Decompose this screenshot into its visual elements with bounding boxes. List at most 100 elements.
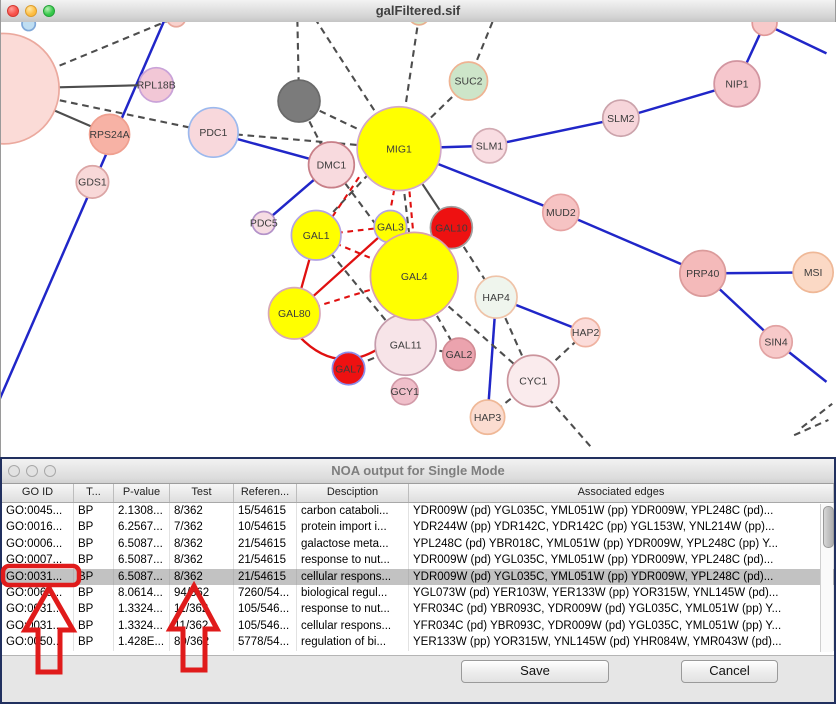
table-row[interactable]: GO:0045...BP2.1308...8/36215/54615carbon… bbox=[2, 503, 834, 519]
table-row[interactable]: GO:0050...BP1.428E...80/3625778/54...reg… bbox=[2, 634, 834, 650]
node-top-green[interactable] bbox=[409, 22, 430, 25]
cell-type: BP bbox=[74, 503, 114, 519]
cancel-button[interactable]: Cancel bbox=[681, 660, 778, 683]
node-label-GAL1: GAL1 bbox=[303, 231, 330, 242]
cell-reference: 7260/54... bbox=[234, 585, 297, 601]
table-row[interactable]: GO:0031...BP1.3324...11/362105/546...res… bbox=[2, 601, 834, 617]
cell-reference: 15/54615 bbox=[234, 503, 297, 519]
node-label-GAL3: GAL3 bbox=[377, 222, 404, 233]
noa-output-window: NOA output for Single Mode GO IDT...P-va… bbox=[0, 457, 836, 704]
cell-test: 11/362 bbox=[170, 601, 234, 617]
cell-p_value: 1.3324... bbox=[114, 618, 170, 634]
cell-description: protein import i... bbox=[297, 519, 409, 535]
table-row[interactable]: GO:0016...BP6.2567...7/36210/54615protei… bbox=[2, 519, 834, 535]
column-header-desciption[interactable]: Desciption bbox=[297, 484, 409, 502]
cell-go_id: GO:0031... bbox=[2, 601, 74, 617]
graph-window-titlebar[interactable]: galFiltered.sif bbox=[1, 0, 835, 23]
node-label-GAL80: GAL80 bbox=[278, 309, 311, 320]
cell-type: BP bbox=[74, 569, 114, 585]
cell-go_id: GO:0065... bbox=[2, 585, 74, 601]
node-topright-pink[interactable] bbox=[752, 22, 777, 35]
node-label-NIP1: NIP1 bbox=[725, 80, 748, 91]
node-label-DMC1: DMC1 bbox=[317, 161, 347, 172]
cell-edges: YDR009W (pd) YGL035C, YML051W (pp) YDR00… bbox=[409, 569, 834, 585]
node-label-MUD2: MUD2 bbox=[546, 208, 576, 219]
table-row[interactable]: GO:0065...BP8.0614...94/3627260/54...bio… bbox=[2, 585, 834, 601]
node-label-HAP2: HAP2 bbox=[572, 328, 600, 339]
cell-p_value: 1.428E... bbox=[114, 634, 170, 650]
column-header-t[interactable]: T... bbox=[74, 484, 114, 502]
cell-reference: 105/546... bbox=[234, 601, 297, 617]
results-table-body: GO:0045...BP2.1308...8/36215/54615carbon… bbox=[2, 503, 834, 656]
cell-type: BP bbox=[74, 519, 114, 535]
vertical-scrollbar[interactable] bbox=[820, 504, 833, 652]
noa-window-title: NOA output for Single Mode bbox=[2, 459, 834, 483]
cell-edges: YDR009W (pd) YGL035C, YML051W (pp) YDR00… bbox=[409, 503, 834, 519]
node-label-GAL7: GAL7 bbox=[335, 364, 362, 375]
cell-p_value: 6.5087... bbox=[114, 569, 170, 585]
node-label-SUC2: SUC2 bbox=[455, 77, 483, 88]
cell-type: BP bbox=[74, 585, 114, 601]
cell-test: 8/362 bbox=[170, 552, 234, 568]
column-header-goid[interactable]: GO ID bbox=[2, 484, 74, 502]
table-row[interactable]: GO:0007...BP6.5087...8/36221/54615respon… bbox=[2, 552, 834, 568]
network-graph: RPL18BRPS24AGDS1PDC1DMC1MIG1SUC2NIP1SLM2… bbox=[1, 22, 836, 459]
network-canvas[interactable]: RPL18BRPS24AGDS1PDC1DMC1MIG1SUC2NIP1SLM2… bbox=[1, 22, 836, 459]
node-top-pink[interactable] bbox=[167, 22, 186, 27]
node-label-SLM2: SLM2 bbox=[607, 114, 635, 125]
node-label-MSI: MSI bbox=[804, 268, 823, 279]
cell-type: BP bbox=[74, 601, 114, 617]
column-header-referen[interactable]: Referen... bbox=[234, 484, 297, 502]
cell-p_value: 6.5087... bbox=[114, 536, 170, 552]
column-header-pvalue[interactable]: P-value bbox=[114, 484, 170, 502]
noa-window-titlebar[interactable]: NOA output for Single Mode bbox=[2, 459, 834, 484]
table-row[interactable]: GO:0031...BP6.5087...8/36221/54615cellul… bbox=[2, 569, 834, 585]
cell-edges: YER133W (pp) YOR315W, YNL145W (pd) YHR08… bbox=[409, 634, 834, 650]
node-label-GCY1: GCY1 bbox=[390, 387, 419, 398]
cell-edges: YFR034C (pd) YBR093C, YDR009W (pd) YGL03… bbox=[409, 618, 834, 634]
cell-reference: 21/54615 bbox=[234, 536, 297, 552]
cell-go_id: GO:0031... bbox=[2, 618, 74, 634]
node-label-HAP3: HAP3 bbox=[474, 413, 502, 424]
scrollbar-thumb[interactable] bbox=[823, 506, 834, 548]
cell-description: cellular respons... bbox=[297, 618, 409, 634]
cell-reference: 21/54615 bbox=[234, 569, 297, 585]
cell-edges: YFR034C (pd) YBR093C, YDR009W (pd) YGL03… bbox=[409, 601, 834, 617]
column-header-associatededges[interactable]: Associated edges bbox=[409, 484, 834, 502]
cell-reference: 21/54615 bbox=[234, 552, 297, 568]
cell-type: BP bbox=[74, 634, 114, 650]
cell-p_value: 6.2567... bbox=[114, 519, 170, 535]
node-label-GAL11: GAL11 bbox=[390, 340, 422, 351]
cell-edges: YDR009W (pd) YGL035C, YML051W (pp) YDR00… bbox=[409, 552, 834, 568]
cell-type: BP bbox=[74, 618, 114, 634]
cell-type: BP bbox=[74, 552, 114, 568]
cell-p_value: 1.3324... bbox=[114, 601, 170, 617]
cell-go_id: GO:0045... bbox=[2, 503, 74, 519]
node-label-RPL18B: RPL18B bbox=[137, 81, 176, 92]
cell-p_value: 6.5087... bbox=[114, 552, 170, 568]
cell-go_id: GO:0050... bbox=[2, 634, 74, 650]
column-header-test[interactable]: Test bbox=[170, 484, 234, 502]
node-gray-node[interactable] bbox=[278, 80, 320, 122]
node-label-GAL10: GAL10 bbox=[435, 223, 468, 234]
graph-window-title: galFiltered.sif bbox=[1, 0, 835, 22]
cell-go_id: GO:0006... bbox=[2, 536, 74, 552]
node-left-big[interactable] bbox=[1, 33, 59, 143]
table-row[interactable]: GO:0031...BP1.3324...11/362105/546...cel… bbox=[2, 618, 834, 634]
cell-reference: 10/54615 bbox=[234, 519, 297, 535]
node-tiny-topleft[interactable] bbox=[22, 22, 35, 31]
cell-p_value: 8.0614... bbox=[114, 585, 170, 601]
node-label-SIN4: SIN4 bbox=[764, 338, 787, 349]
cell-description: regulation of bi... bbox=[297, 634, 409, 650]
cell-test: 8/362 bbox=[170, 536, 234, 552]
save-button[interactable]: Save bbox=[461, 660, 609, 683]
cell-description: galactose meta... bbox=[297, 536, 409, 552]
table-row[interactable]: GO:0006...BP6.5087...8/36221/54615galact… bbox=[2, 536, 834, 552]
node-label-SLM1: SLM1 bbox=[476, 141, 504, 152]
cell-go_id: GO:0031... bbox=[2, 569, 74, 585]
node-label-RPS24A: RPS24A bbox=[89, 130, 129, 141]
node-label-CYC1: CYC1 bbox=[519, 377, 547, 388]
cell-description: biological regul... bbox=[297, 585, 409, 601]
graph-edge bbox=[409, 191, 413, 233]
graph-window: galFiltered.sif RPL18BRPS24AGDS1PDC1DMC1… bbox=[0, 0, 836, 459]
